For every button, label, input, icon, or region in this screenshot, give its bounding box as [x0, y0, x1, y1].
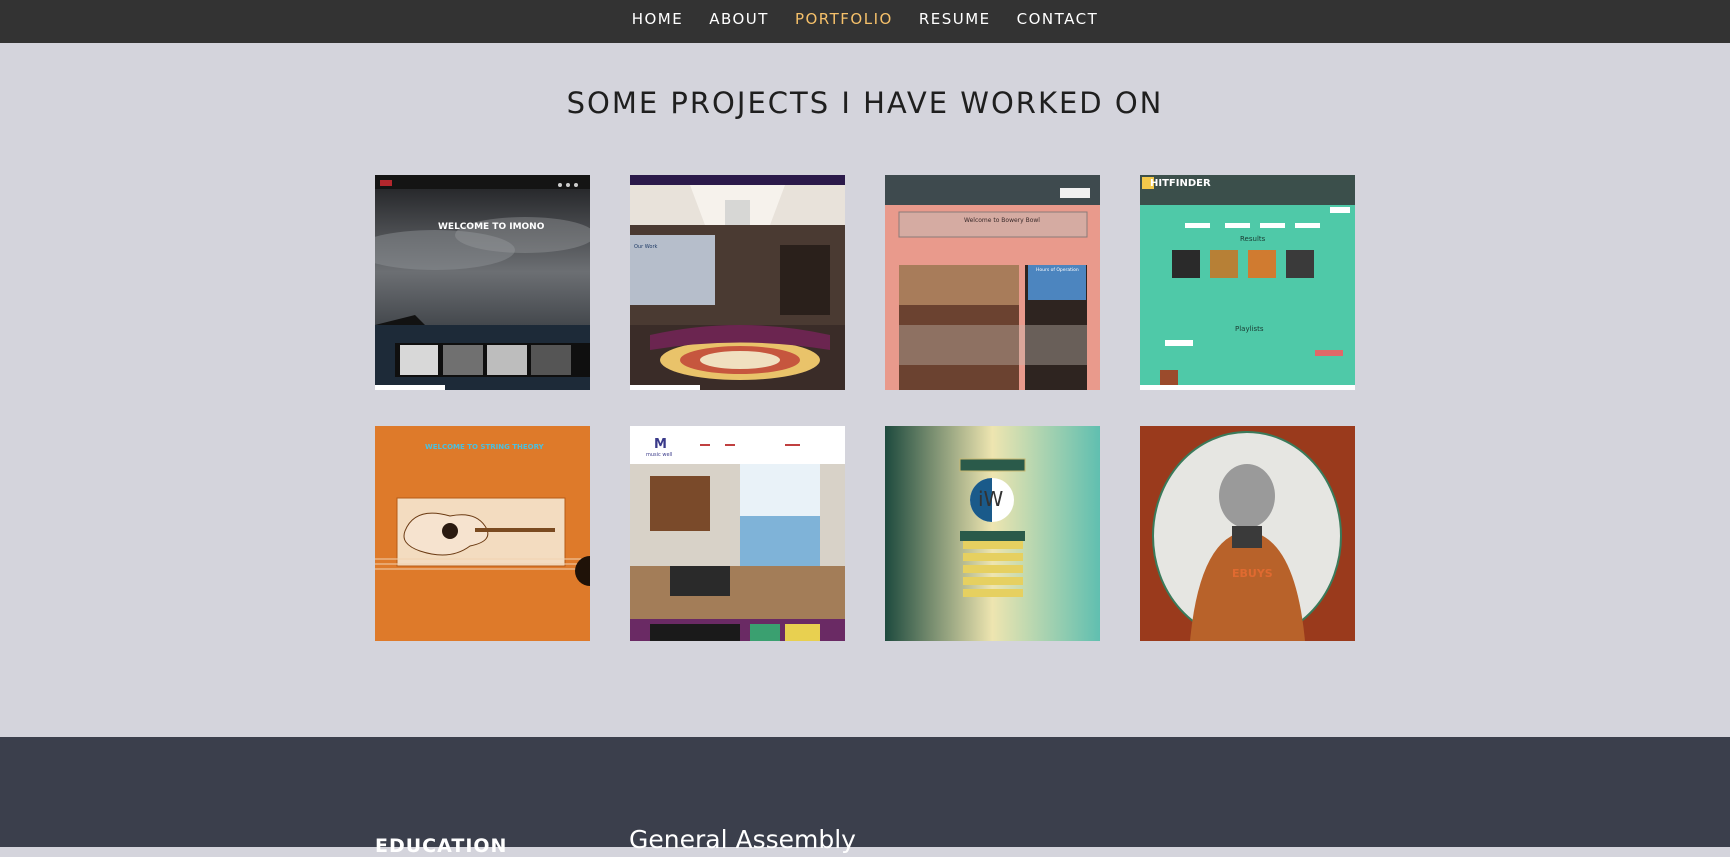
top-navigation: HOME ABOUT PORTFOLIO RESUME CONTACT [0, 0, 1730, 43]
nav-portfolio-link[interactable]: PORTFOLIO [795, 10, 893, 28]
svg-text:M: M [654, 437, 667, 452]
project-screenshot-text: Playlists [1235, 325, 1264, 333]
project-screenshot-text: EBUYS [1232, 567, 1273, 580]
project-screenshot-text: Welcome to Bowery Bowl [964, 217, 1040, 224]
project-thumbnail-imono[interactable]: WELCOME TO IMONO [375, 175, 590, 390]
portfolio-grid: WELCOME TO IMONO Our Work Welcome to Bow… [375, 175, 1355, 641]
project-screenshot-text: Hours of Operation [1036, 268, 1079, 273]
project-screenshot-image: M [630, 426, 845, 641]
project-thumbnail-bowery-bowl[interactable]: Welcome to Bowery Bowl Hours of Operatio… [885, 175, 1100, 390]
project-screenshot-image [375, 175, 590, 390]
project-thumbnail-iw[interactable]: iW [885, 426, 1100, 641]
project-screenshot-text: WELCOME TO IMONO [438, 222, 545, 232]
project-thumbnail-hitfinder[interactable]: HITFINDER Results Playlists [1140, 175, 1355, 390]
project-screenshot-text: Our Work [634, 244, 658, 250]
project-screenshot-image [1140, 426, 1355, 641]
project-screenshot-image [375, 426, 590, 641]
nav-list: HOME ABOUT PORTFOLIO RESUME CONTACT [0, 0, 1730, 38]
school-name: General Assembly [629, 825, 856, 854]
project-screenshot-image [885, 175, 1100, 390]
education-label: EDUCATION [375, 835, 508, 857]
project-screenshot-image [1140, 175, 1355, 390]
nav-about-link[interactable]: ABOUT [709, 10, 769, 28]
project-screenshot-text: music well [646, 452, 673, 458]
project-screenshot-text: iW [978, 487, 1004, 511]
project-screenshot-text: WELCOME TO STRING THEORY [425, 443, 544, 451]
project-screenshot-image [885, 426, 1100, 641]
project-screenshot-text: Results [1240, 235, 1266, 243]
project-screenshot-text: HITFINDER [1150, 178, 1211, 189]
nav-contact-link[interactable]: CONTACT [1017, 10, 1099, 28]
portfolio-heading: SOME PROJECTS I HAVE WORKED ON [566, 86, 1164, 120]
project-thumbnail-ebuys[interactable]: EBUYS [1140, 426, 1355, 641]
project-screenshot-image [630, 175, 845, 390]
project-thumbnail-string-theory[interactable]: WELCOME TO STRING THEORY [375, 426, 590, 641]
project-thumbnail-interior[interactable]: Our Work [630, 175, 845, 390]
resume-section: EDUCATION General Assembly [0, 737, 1730, 857]
nav-resume-link[interactable]: RESUME [919, 10, 991, 28]
nav-home-link[interactable]: HOME [632, 10, 684, 28]
project-thumbnail-music-well[interactable]: M music well [630, 426, 845, 641]
